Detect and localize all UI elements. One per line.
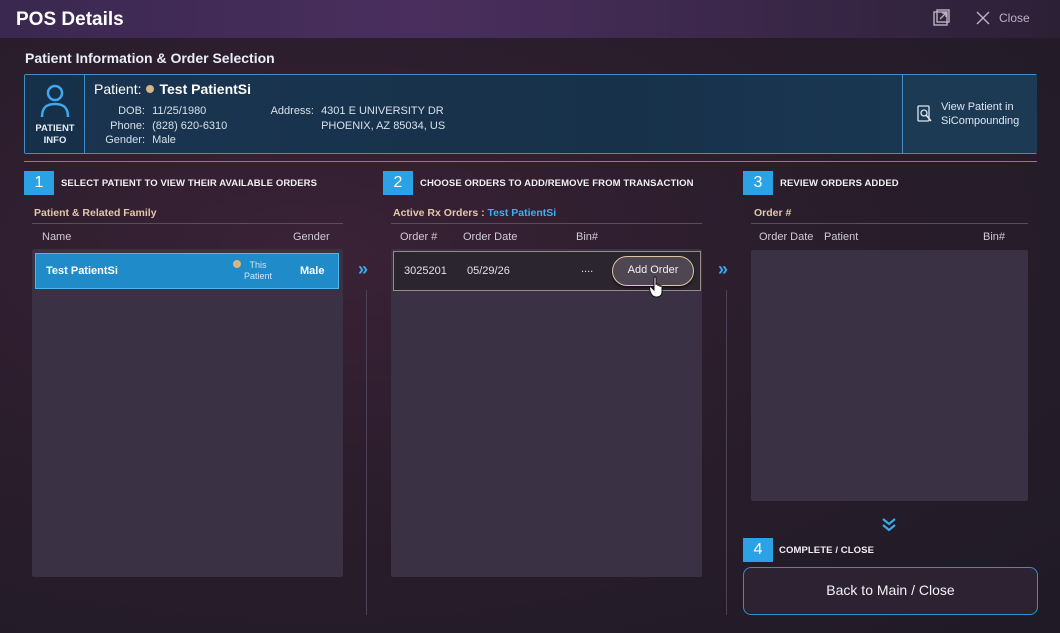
double-chevron-down-icon <box>882 518 896 532</box>
patient-info-button[interactable]: PATIENT INFO <box>25 75 85 153</box>
column-separator <box>366 290 367 615</box>
family-heading: Patient & Related Family <box>34 207 157 219</box>
search-patient-icon <box>917 105 932 122</box>
order-bin: .... <box>581 263 594 275</box>
column-header-bin[interactable]: Bin# <box>576 231 598 243</box>
review-orders-list <box>751 250 1028 501</box>
view-patient-button[interactable]: View Patient in SiCompounding <box>902 75 1037 153</box>
column-header-gender[interactable]: Gender <box>293 231 330 243</box>
step-4-number: 4 <box>743 538 773 562</box>
step-1-label: SELECT PATIENT TO VIEW THEIR AVAILABLE O… <box>61 178 318 189</box>
active-orders-patient: Test PatientSi <box>487 207 557 219</box>
patient-info-label: PATIENT INFO <box>35 123 75 146</box>
column-header-bin[interactable]: Bin# <box>983 231 1005 243</box>
patient-demographics: DOB: 11/25/1980 Phone: (828) 620-6310 Ge… <box>105 105 228 146</box>
column-header-order-date[interactable]: Order Date <box>463 231 517 243</box>
popout-icon[interactable] <box>932 9 950 27</box>
divider <box>391 223 702 224</box>
step-2-number: 2 <box>383 171 413 195</box>
status-dot <box>146 85 155 93</box>
patient-row-name: Test PatientSi <box>46 265 118 277</box>
active-orders-heading: Active Rx Orders : Test PatientSi <box>393 207 557 219</box>
order-number: 3025201 <box>404 265 447 277</box>
patient-name: Test PatientSi <box>159 81 252 97</box>
column-header-order[interactable]: Order # <box>400 231 437 243</box>
this-patient-tag: This Patient <box>244 260 273 281</box>
review-orders-heading: Order # <box>754 207 792 219</box>
patient-row-gender: Male <box>300 265 325 277</box>
patient-list <box>32 249 343 577</box>
close-button[interactable]: Close <box>975 8 1030 28</box>
patient-name-line: Patient: Test PatientSi <box>94 81 251 97</box>
close-icon <box>976 11 990 25</box>
step-3-number: 3 <box>743 171 773 195</box>
patient-info-card: PATIENT INFO Patient: Test PatientSi DOB… <box>24 74 1037 154</box>
step-4-label: COMPLETE / CLOSE <box>779 545 875 556</box>
double-chevron-right-icon: » <box>718 259 729 279</box>
back-to-main-button[interactable]: Back to Main / Close <box>743 567 1038 615</box>
this-patient-dot <box>233 260 241 268</box>
column-header-order-date[interactable]: Order Date <box>759 231 813 243</box>
orders-list <box>391 249 702 577</box>
close-label: Close <box>999 11 1030 25</box>
divider <box>24 161 1037 162</box>
patient-row-selected[interactable]: Test PatientSi This Patient Male <box>35 253 339 289</box>
divider <box>751 223 1028 224</box>
patient-address: Address: 4301 E UNIVERSITY DR PHOENIX, A… <box>270 105 446 132</box>
step-2-label: CHOOSE ORDERS TO ADD/REMOVE FROM TRANSAC… <box>420 178 694 189</box>
divider <box>32 223 343 224</box>
window-title: POS Details <box>16 9 124 30</box>
step-1-number: 1 <box>24 171 54 195</box>
title-bar: POS Details Close <box>0 0 1060 38</box>
hand-cursor-icon <box>649 276 663 298</box>
column-separator <box>726 290 727 615</box>
step-3-label: REVIEW ORDERS ADDED <box>780 178 899 189</box>
section-title: Patient Information & Order Selection <box>25 50 275 66</box>
double-chevron-right-icon: » <box>358 259 369 279</box>
view-patient-label: View Patient in SiCompounding <box>941 101 1020 127</box>
patient-icon <box>40 84 70 118</box>
patient-label: Patient: <box>94 81 142 97</box>
order-date: 05/29/26 <box>467 265 510 277</box>
column-header-name[interactable]: Name <box>42 231 71 243</box>
column-header-patient[interactable]: Patient <box>824 231 858 243</box>
